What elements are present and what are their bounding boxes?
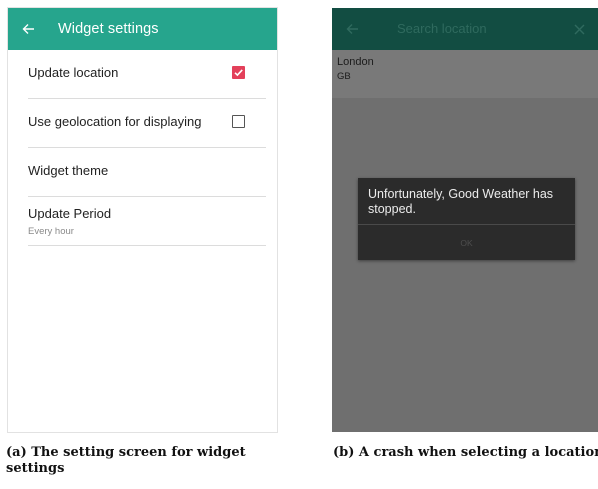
ok-button[interactable]: OK xyxy=(358,225,575,260)
pref-widget-theme[interactable]: Widget theme xyxy=(28,148,266,197)
preferences-list: Update location Use geolocation for disp… xyxy=(8,50,277,246)
search-app-bar: Search location xyxy=(332,8,598,50)
check-icon xyxy=(234,69,243,77)
location-result-item[interactable]: London GB xyxy=(332,50,598,98)
crash-dialog: Unfortunately, Good Weather has stopped.… xyxy=(358,178,575,260)
arrow-left-icon[interactable] xyxy=(346,8,359,50)
result-country: GB xyxy=(337,71,351,82)
pref-update-period[interactable]: Update Period Every hour xyxy=(28,197,266,246)
arrow-left-icon[interactable] xyxy=(22,8,38,50)
search-input[interactable]: Search location xyxy=(397,21,487,36)
pref-summary: Every hour xyxy=(28,226,74,237)
widget-settings-screen: Widget settings Update location Use geol… xyxy=(8,8,277,432)
pref-label: Update Period xyxy=(28,206,112,221)
page-title: Widget settings xyxy=(58,21,159,37)
dialog-message: Unfortunately, Good Weather has stopped. xyxy=(368,187,554,216)
geolocation-checkbox[interactable] xyxy=(232,115,245,128)
caption-a: (a) The setting screen for widget settin… xyxy=(6,445,246,476)
pref-label: Use geolocation for displaying xyxy=(28,114,202,129)
close-icon[interactable] xyxy=(574,8,585,50)
crash-screen: Search location London GB Unfortunately,… xyxy=(332,8,598,432)
update-location-checkbox[interactable] xyxy=(232,66,245,79)
pref-label: Widget theme xyxy=(28,163,109,178)
result-city: London xyxy=(337,56,374,68)
caption-b: (b) A crash when selecting a location xyxy=(333,445,598,460)
pref-update-location[interactable]: Update location xyxy=(28,50,266,99)
pref-label: Update location xyxy=(28,65,119,80)
app-bar: Widget settings xyxy=(8,8,277,50)
pref-use-geolocation[interactable]: Use geolocation for displaying xyxy=(28,99,266,148)
